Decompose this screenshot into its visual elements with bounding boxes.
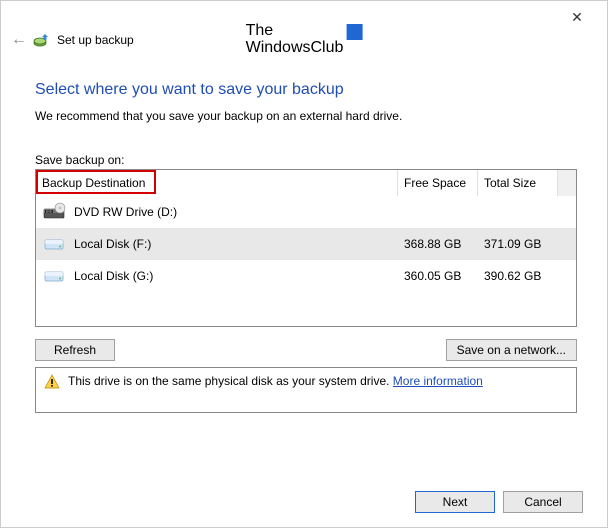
- drive-rows: DVD DVD RW Drive (D:) Local Disk (F:)368.8…: [36, 196, 576, 326]
- drive-name: DVD RW Drive (D:): [72, 205, 398, 219]
- more-information-link[interactable]: More information: [393, 374, 483, 388]
- drive-row[interactable]: DVD DVD RW Drive (D:): [36, 196, 576, 228]
- warning-message: This drive is on the same physical disk …: [68, 374, 393, 388]
- body: Select where you want to save your backu…: [35, 81, 577, 413]
- svg-text:DVD: DVD: [46, 210, 52, 214]
- recommend-text: We recommend that you save your backup o…: [35, 109, 577, 123]
- footer: Next Cancel: [415, 491, 583, 513]
- disk-drive-icon: [36, 266, 72, 286]
- next-button[interactable]: Next: [415, 491, 495, 513]
- back-button[interactable]: ←: [11, 32, 27, 48]
- titlebar: ✕ ← Set up backup The WindowsClub: [1, 1, 607, 45]
- save-on-label: Save backup on:: [35, 153, 577, 167]
- drive-row[interactable]: Local Disk (F:)368.88 GB371.09 GB: [36, 228, 576, 260]
- setup-backup-window: ✕ ← Set up backup The WindowsClub Select…: [0, 0, 608, 528]
- disk-drive-icon: [36, 234, 72, 254]
- watermark-line1: The: [246, 23, 274, 40]
- close-button[interactable]: ✕: [557, 5, 597, 29]
- drive-total-size: 390.62 GB: [478, 269, 558, 283]
- dvd-drive-icon: DVD: [36, 202, 72, 222]
- warning-icon: [44, 374, 60, 393]
- watermark: The WindowsClub: [246, 23, 363, 57]
- drive-name: Local Disk (F:): [72, 237, 398, 251]
- save-on-network-button[interactable]: Save on a network...: [446, 339, 577, 361]
- column-free-space-label: Free Space: [404, 176, 466, 190]
- watermark-square-icon: [346, 24, 362, 40]
- drive-name: Local Disk (G:): [72, 269, 398, 283]
- drive-header: Backup Destination Free Space Total Size: [36, 170, 576, 196]
- column-free-space[interactable]: Free Space: [398, 170, 478, 196]
- refresh-button[interactable]: Refresh: [35, 339, 115, 361]
- drive-free-space: 368.88 GB: [398, 237, 478, 251]
- column-total-size[interactable]: Total Size: [478, 170, 558, 196]
- warning-box: This drive is on the same physical disk …: [35, 367, 577, 413]
- column-destination[interactable]: Backup Destination: [36, 170, 398, 196]
- drive-table: Backup Destination Free Space Total Size…: [35, 169, 577, 327]
- column-destination-label: Backup Destination: [42, 176, 145, 190]
- column-total-size-label: Total Size: [484, 176, 536, 190]
- nav-area: ← Set up backup: [11, 31, 134, 49]
- page-heading: Select where you want to save your backu…: [35, 81, 577, 99]
- cancel-button[interactable]: Cancel: [503, 491, 583, 513]
- window-title: Set up backup: [57, 33, 134, 47]
- close-icon: ✕: [571, 9, 583, 26]
- drive-total-size: 371.09 GB: [478, 237, 558, 251]
- backup-icon: [33, 31, 51, 49]
- watermark-line2: WindowsClub: [246, 40, 344, 57]
- drive-row[interactable]: Local Disk (G:)360.05 GB390.62 GB: [36, 260, 576, 292]
- warning-text: This drive is on the same physical disk …: [68, 374, 483, 388]
- drive-free-space: 360.05 GB: [398, 269, 478, 283]
- action-row: Refresh Save on a network...: [35, 339, 577, 361]
- scrollbar-header: [558, 170, 576, 196]
